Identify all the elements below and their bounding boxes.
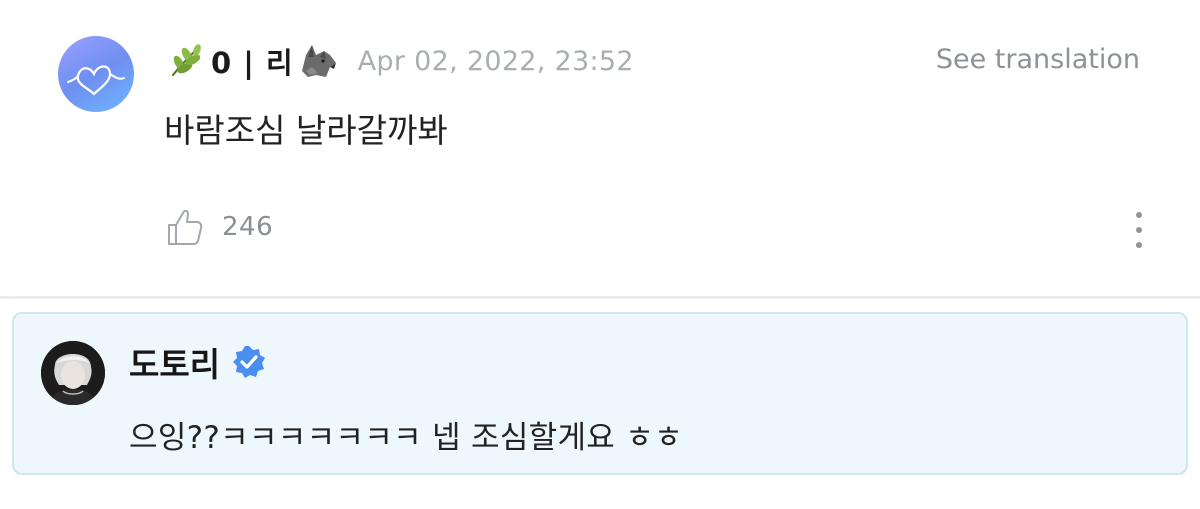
dot-icon [1136,227,1142,233]
like-count: 246 [222,212,274,242]
reply-author: 도토리 [129,338,266,386]
comment-header: 0 | 리 Apr 02, 2022, 23:52 [165,38,634,84]
comment-timestamp: Apr 02, 2022, 23:52 [357,45,634,77]
comment-body: 바람조심 날라갈까봐 [164,111,448,150]
divider [0,296,1200,299]
see-translation-link[interactable]: See translation [936,44,1140,75]
like-button[interactable]: 246 [166,207,273,247]
herb-icon [165,41,205,81]
heart-scribble-icon [67,65,125,96]
wolf-icon [296,41,340,81]
reply: 도토리 으잉??ㅋㅋㅋㅋㅋㅋㅋ 넵 조심할게요 ㅎㅎ [12,312,1188,475]
portrait-photo [41,341,105,405]
reply-body: 으잉??ㅋㅋㅋㅋㅋㅋㅋ 넵 조심할게요 ㅎㅎ [129,420,683,456]
reply-avatar[interactable] [41,341,105,405]
verified-badge-icon [232,345,266,379]
thumbs-up-icon [166,207,204,247]
commenter-name[interactable]: 0 | 리 [211,40,294,82]
dot-icon [1136,212,1142,218]
reply-author-name[interactable]: 도토리 [129,338,220,386]
dot-icon [1136,242,1142,248]
commenter-avatar[interactable] [58,36,134,112]
comment: 0 | 리 Apr 02, 2022, 23:52 See translatio… [0,0,1200,296]
more-options-button[interactable] [1128,210,1150,250]
comment-thread: 0 | 리 Apr 02, 2022, 23:52 See translatio… [0,0,1200,509]
